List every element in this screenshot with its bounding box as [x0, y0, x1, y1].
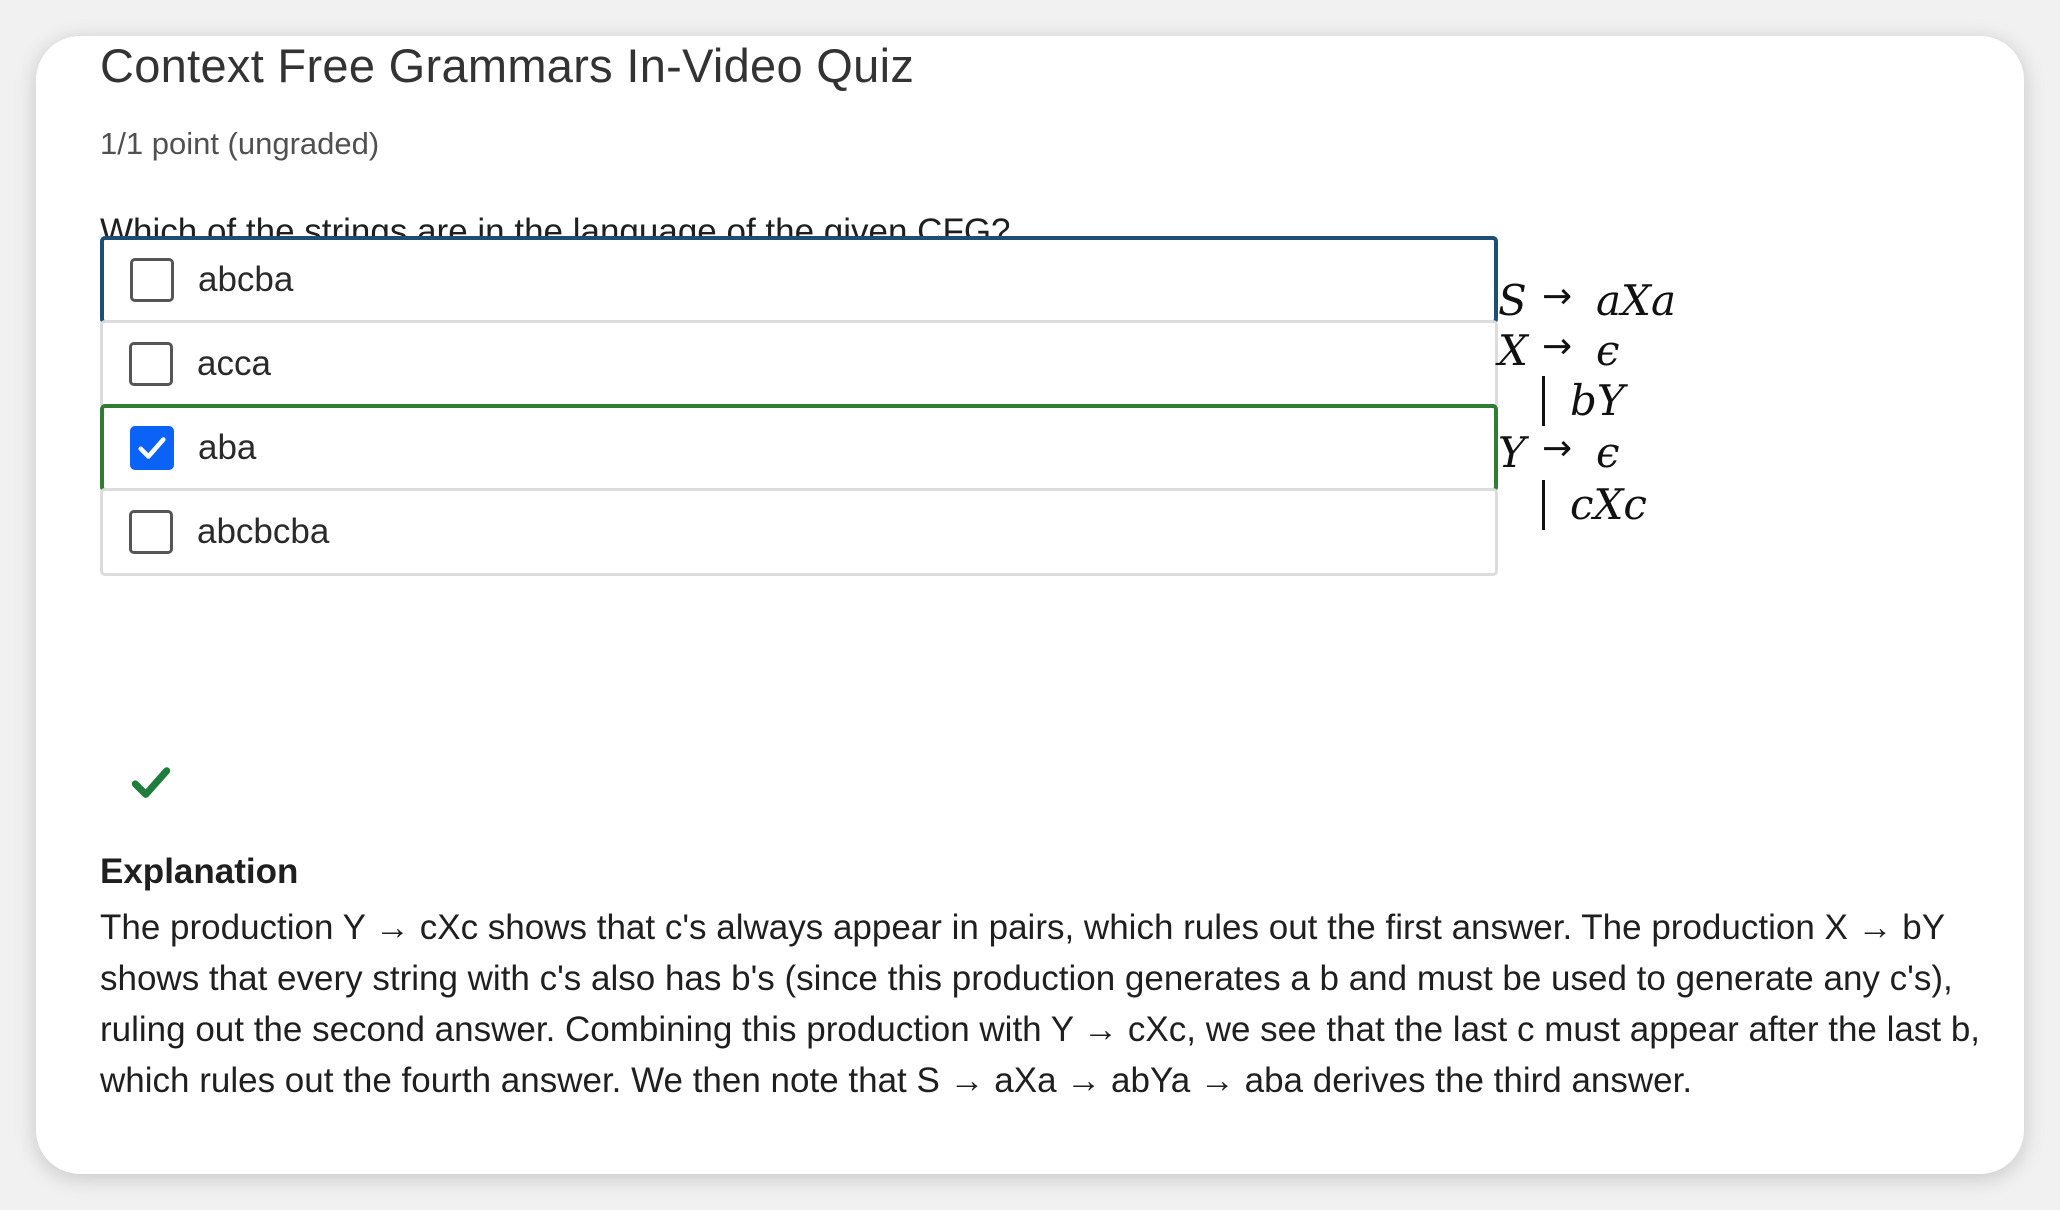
alternative-bar	[1542, 376, 1545, 426]
option-label: acca	[197, 344, 271, 383]
explanation-heading: Explanation	[100, 852, 299, 891]
option-label: abcbcba	[197, 512, 330, 551]
quiz-title: Context Free Grammars In-Video Quiz	[100, 39, 915, 92]
rule-arrow: →	[1542, 428, 1573, 469]
rule-lhs: Y	[1498, 428, 1526, 477]
quiz-card: Context Free Grammars In-Video Quiz 1/1 …	[36, 36, 2024, 1174]
checkbox-acca[interactable]	[129, 342, 173, 386]
option-label: aba	[198, 428, 257, 467]
points-status: 1/1 point (ungraded)	[100, 126, 380, 161]
alternative-bar	[1542, 480, 1545, 530]
rule-rhs: ϵ	[1596, 326, 1620, 375]
option-label: abcba	[198, 260, 294, 299]
option-aba[interactable]: aba	[100, 404, 1498, 492]
rule-rhs: aXa	[1596, 276, 1676, 325]
checkmark-icon	[138, 437, 166, 459]
rule-alt: bY	[1570, 376, 1625, 425]
rule-arrow: →	[1542, 326, 1573, 367]
rule-lhs: S	[1498, 276, 1527, 325]
rule-arrow: →	[1542, 276, 1573, 317]
checkbox-abcbcba[interactable]	[129, 510, 173, 554]
option-abcba[interactable]: abcba	[100, 236, 1498, 324]
checkbox-aba[interactable]	[130, 426, 174, 470]
rule-lhs: X	[1498, 326, 1528, 375]
checkbox-abcba[interactable]	[130, 258, 174, 302]
rule-rhs: ϵ	[1596, 428, 1620, 477]
explanation-text: The production Y → cXc shows that c's al…	[100, 908, 1981, 1100]
checkmark-icon	[131, 767, 171, 798]
option-abcbcba[interactable]: abcbcba	[100, 488, 1498, 576]
rule-alt: cXc	[1570, 480, 1647, 529]
option-acca[interactable]: acca	[100, 320, 1498, 408]
